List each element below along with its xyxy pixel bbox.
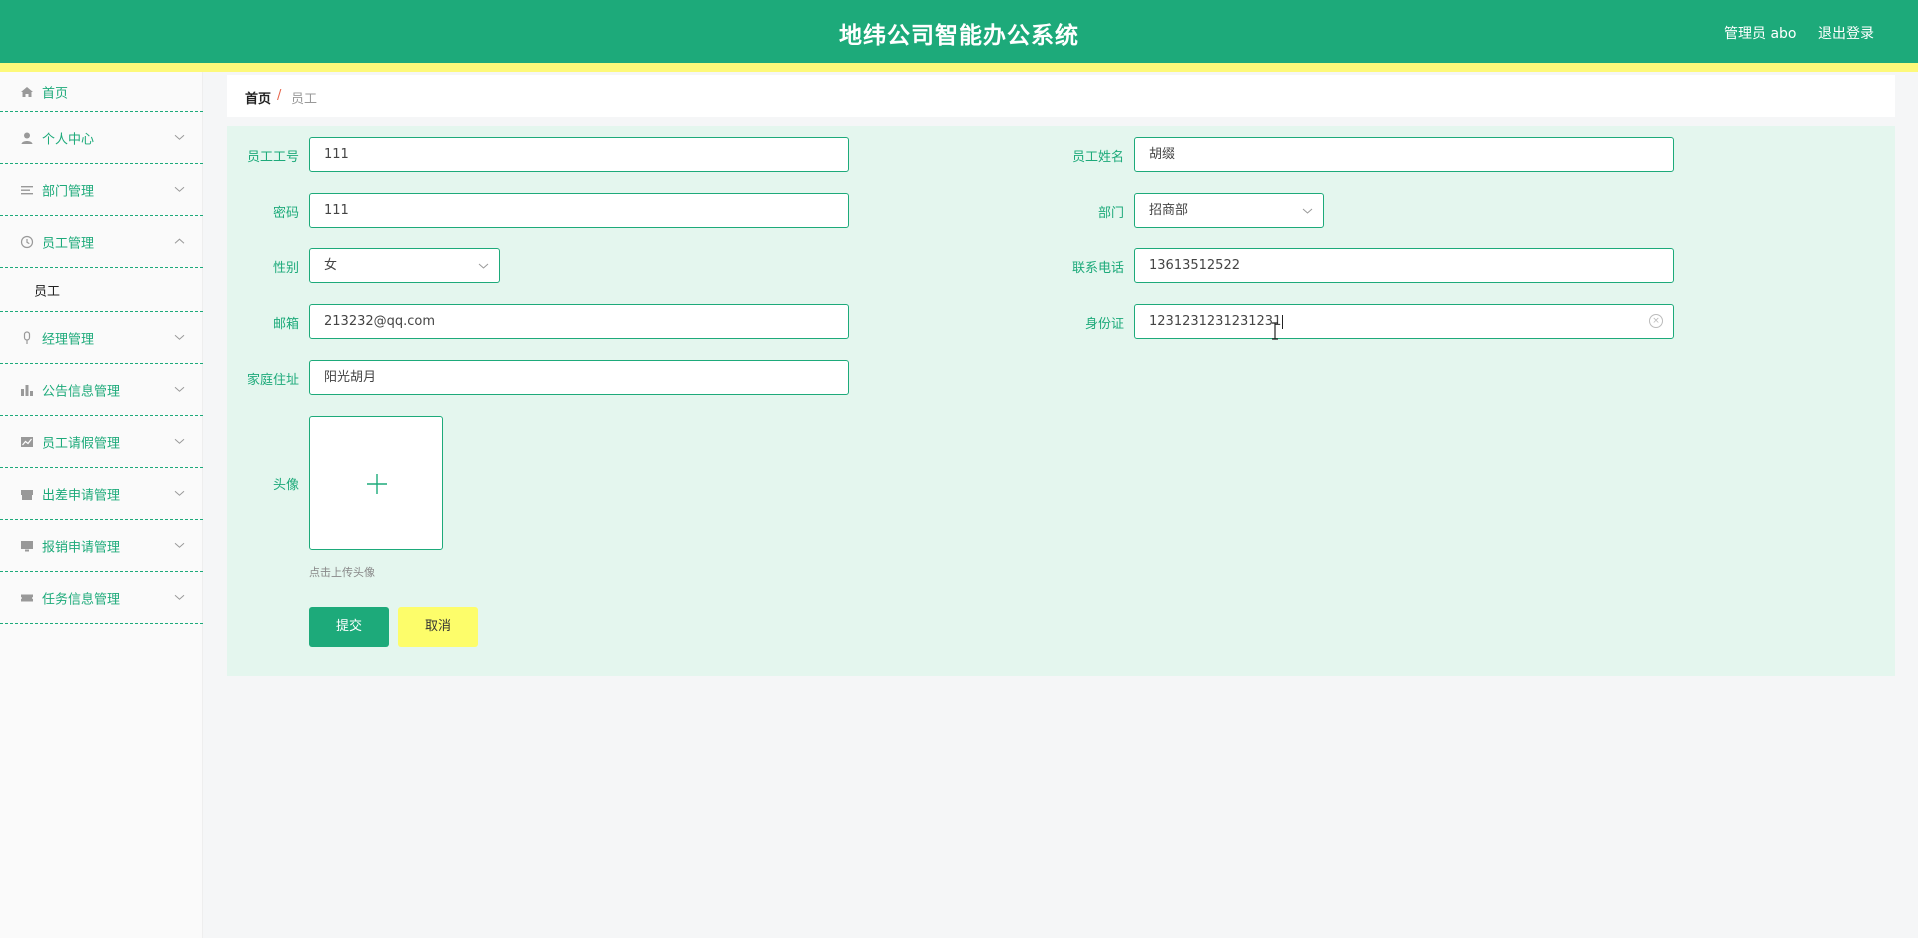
- avatar-upload-hint: 点击上传头像: [309, 566, 375, 579]
- breadcrumb: 首页 / 员工: [227, 75, 1895, 117]
- sidebar-item-announcement[interactable]: 公告信息管理: [0, 364, 203, 416]
- id-card-value: 1231231231231231: [1149, 314, 1282, 329]
- sidebar-item-department[interactable]: 部门管理: [0, 164, 203, 216]
- plus-icon: [367, 474, 387, 494]
- gender-select[interactable]: 女: [309, 248, 500, 283]
- sidebar-item-manager[interactable]: 经理管理: [0, 312, 203, 364]
- id-card-input[interactable]: 1231231231231231 ×: [1134, 304, 1674, 339]
- top-bar: 地纬公司智能办公系统 管理员 abo 退出登录: [0, 0, 1918, 63]
- sidebar-item-personal-center[interactable]: 个人中心: [0, 112, 203, 164]
- sidebar: 首页 个人中心 部门管理 员工管理 员工 经理管理 公告信息管理 员工请假管理 …: [0, 72, 203, 938]
- sidebar-item-label: 员工管理: [42, 236, 95, 251]
- cancel-button[interactable]: 取消: [398, 607, 478, 647]
- phone-input[interactable]: 13613512522: [1134, 248, 1674, 283]
- sidebar-item-label: 员工请假管理: [42, 436, 121, 451]
- avatar-label: 头像: [272, 478, 299, 493]
- chevron-down-icon: [174, 186, 185, 192]
- home-icon: [20, 85, 34, 99]
- sidebar-item-label: 出差申请管理: [42, 488, 121, 503]
- employee-no-label: 员工工号: [246, 150, 299, 165]
- employee-no-input[interactable]: 111: [309, 137, 849, 172]
- password-label: 密码: [272, 206, 299, 221]
- sidebar-item-label: 个人中心: [42, 132, 95, 147]
- breadcrumb-current: 员工: [291, 92, 318, 107]
- sidebar-item-label: 公告信息管理: [42, 384, 121, 399]
- password-input[interactable]: 111: [309, 193, 849, 228]
- department-select[interactable]: 招商部: [1134, 193, 1324, 228]
- sidebar-item-label: 报销申请管理: [42, 540, 121, 555]
- id-card-label: 身份证: [1084, 317, 1124, 332]
- sidebar-item-reimbursement[interactable]: 报销申请管理: [0, 520, 203, 572]
- logout-link[interactable]: 退出登录: [1818, 23, 1874, 43]
- sidebar-item-label: 部门管理: [42, 184, 95, 199]
- user-icon: [20, 131, 34, 145]
- text-caret: [1282, 314, 1284, 329]
- sidebar-item-business-trip[interactable]: 出差申请管理: [0, 468, 203, 520]
- top-bar-stripe: [0, 63, 1918, 72]
- chevron-down-icon: [174, 542, 185, 548]
- chevron-down-icon: [174, 334, 185, 340]
- address-input[interactable]: 阳光胡月: [309, 360, 849, 395]
- email-input[interactable]: 213232@qq.com: [309, 304, 849, 339]
- breadcrumb-separator: /: [277, 88, 282, 103]
- avatar-upload[interactable]: [309, 416, 443, 550]
- sidebar-item-task[interactable]: 任务信息管理: [0, 572, 203, 624]
- address-label: 家庭住址: [246, 373, 299, 388]
- chevron-down-icon: [174, 134, 185, 140]
- gender-label: 性别: [272, 261, 299, 276]
- sidebar-subitem-employee[interactable]: 员工: [0, 268, 203, 312]
- current-user-label: 管理员 abo: [1724, 26, 1797, 42]
- gender-select-value: 女: [324, 258, 338, 273]
- monitor-icon: [20, 539, 34, 553]
- chevron-down-icon: [478, 263, 489, 269]
- list-icon: [20, 183, 34, 197]
- department-label: 部门: [1097, 206, 1124, 221]
- line-chart-icon: [20, 435, 34, 449]
- text-cursor-icon: [1272, 322, 1278, 340]
- breadcrumb-home[interactable]: 首页: [245, 88, 271, 107]
- clear-icon[interactable]: ×: [1649, 314, 1663, 328]
- sidebar-item-label: 首页: [42, 86, 69, 101]
- bar-chart-icon: [20, 383, 34, 397]
- submit-button[interactable]: 提交: [309, 607, 389, 647]
- chevron-down-icon: [174, 438, 185, 444]
- employee-name-label: 员工姓名: [1071, 150, 1124, 165]
- chevron-down-icon: [174, 490, 185, 496]
- app-title: 地纬公司智能办公系统: [839, 23, 1079, 49]
- sidebar-item-label: 经理管理: [42, 332, 95, 347]
- employee-name-input[interactable]: 胡缀: [1134, 137, 1674, 172]
- shop-icon: [20, 487, 34, 501]
- email-label: 邮箱: [272, 317, 299, 332]
- mic-icon: [20, 330, 34, 345]
- chevron-up-icon: [174, 238, 185, 244]
- chevron-down-icon: [1302, 208, 1313, 214]
- clock-icon: [20, 235, 34, 249]
- sidebar-item-employee-management[interactable]: 员工管理: [0, 216, 203, 268]
- chevron-down-icon: [174, 594, 185, 600]
- phone-label: 联系电话: [1071, 261, 1124, 276]
- sidebar-item-leave[interactable]: 员工请假管理: [0, 416, 203, 468]
- ticket-icon: [20, 591, 34, 605]
- sidebar-subitem-label: 员工: [34, 284, 61, 299]
- department-select-value: 招商部: [1149, 203, 1189, 218]
- sidebar-item-home[interactable]: 首页: [0, 72, 203, 112]
- chevron-down-icon: [174, 386, 185, 392]
- sidebar-item-label: 任务信息管理: [42, 592, 121, 607]
